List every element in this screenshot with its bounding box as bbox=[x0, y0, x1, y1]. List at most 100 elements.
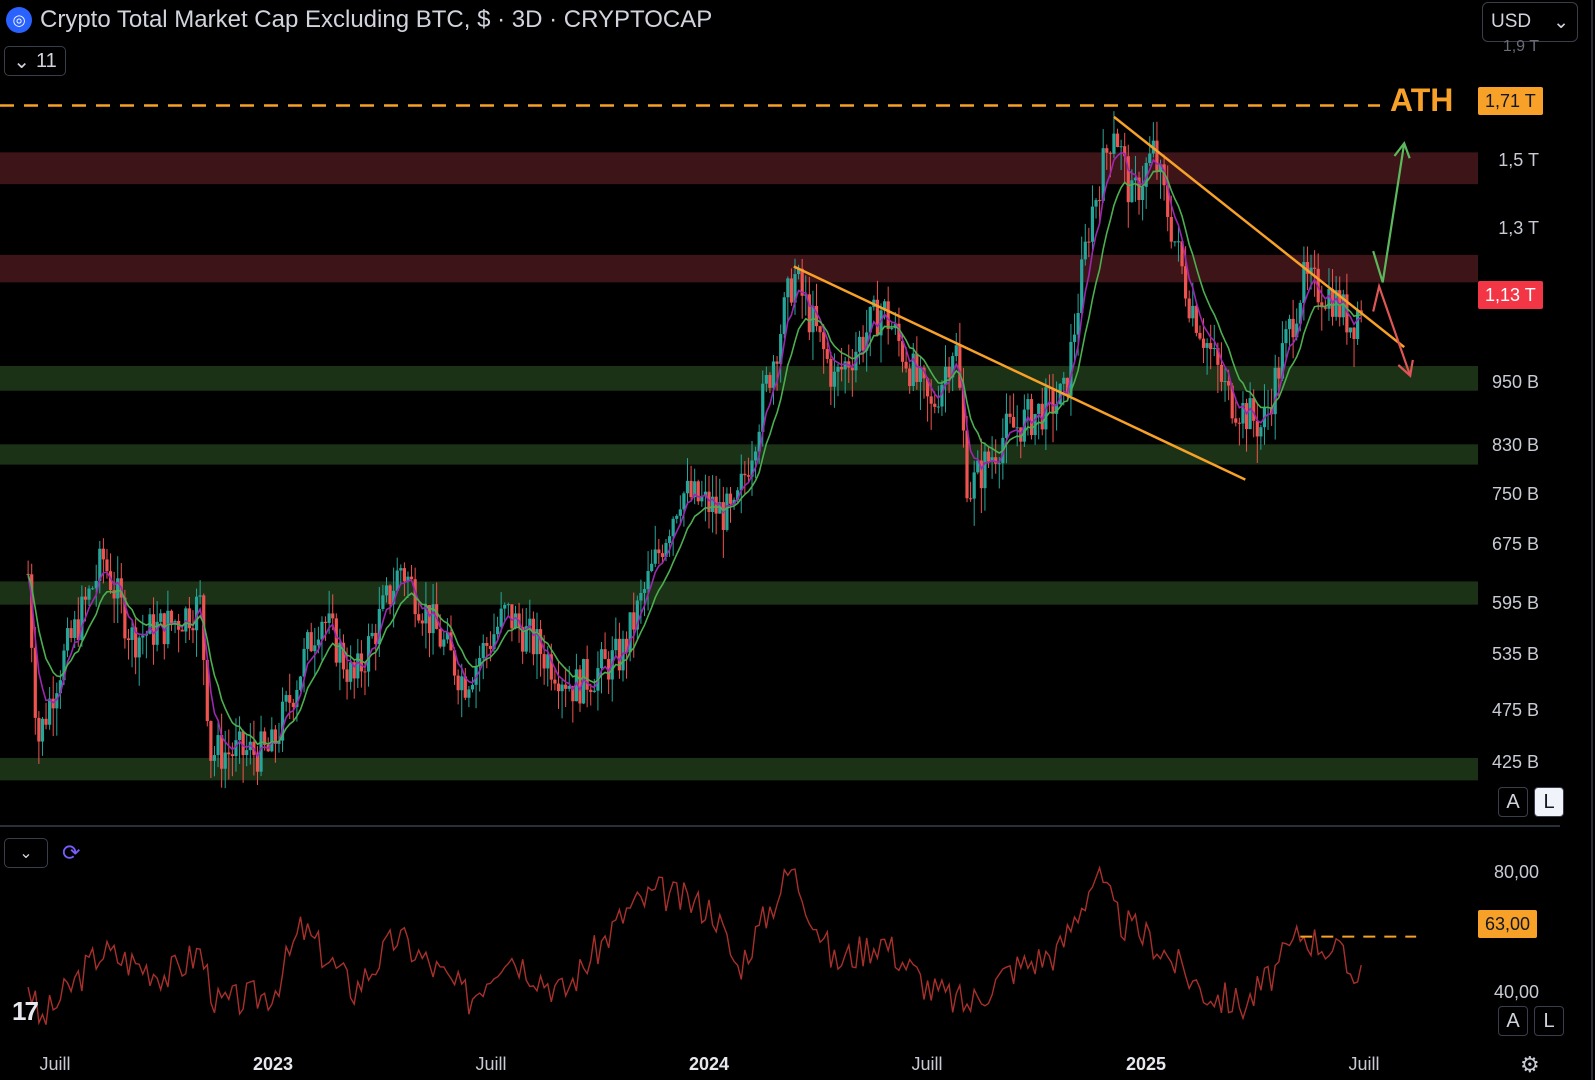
time-label: 2025 bbox=[1125, 1054, 1167, 1074]
candle-body bbox=[417, 614, 421, 621]
candle-body bbox=[825, 349, 829, 359]
candle-body bbox=[33, 647, 37, 718]
candle-body bbox=[488, 645, 493, 649]
gear-icon[interactable]: ⚙ bbox=[1520, 1052, 1540, 1078]
candle-body bbox=[839, 366, 844, 370]
candle-body bbox=[1062, 377, 1066, 384]
candle-body bbox=[323, 621, 328, 623]
candle-body bbox=[908, 368, 912, 386]
candle-body bbox=[1255, 420, 1259, 437]
candle-body bbox=[1323, 307, 1327, 309]
candle-body bbox=[399, 568, 403, 571]
candle-body bbox=[531, 618, 536, 655]
candle-body bbox=[725, 493, 729, 530]
candle-body bbox=[1198, 332, 1202, 339]
candle-body bbox=[1072, 334, 1077, 342]
candle-body bbox=[1173, 241, 1177, 243]
candle-body bbox=[141, 635, 145, 638]
candle-body bbox=[1176, 241, 1181, 243]
sync-icon[interactable]: ⟳ bbox=[62, 840, 80, 866]
ath-label: ATH bbox=[1390, 82, 1454, 118]
chevron-down-icon: ⌄ bbox=[13, 50, 30, 73]
chart-header: ◎ Crypto Total Market Cap Excluding BTC,… bbox=[6, 6, 712, 34]
candle-body bbox=[1234, 418, 1238, 423]
candle-body bbox=[1115, 133, 1120, 148]
candle-body bbox=[151, 614, 156, 645]
time-label: Juill bbox=[1348, 1054, 1380, 1074]
candle-body bbox=[485, 642, 489, 646]
candle-body bbox=[1087, 241, 1091, 243]
price-label: 830 B bbox=[1491, 435, 1539, 455]
candle-body bbox=[685, 480, 690, 494]
candle-body bbox=[1191, 305, 1195, 319]
candle-body bbox=[73, 619, 77, 638]
time-label: 2023 bbox=[252, 1054, 294, 1074]
resistance-zone bbox=[0, 152, 1478, 185]
candle-body bbox=[667, 536, 672, 543]
candle-body bbox=[313, 645, 317, 652]
time-label: Juill bbox=[39, 1054, 71, 1074]
auto-scale-button[interactable]: A bbox=[1498, 787, 1528, 817]
candle-body bbox=[187, 608, 191, 629]
osc-log-scale-button[interactable]: L bbox=[1534, 1006, 1564, 1036]
candle-body bbox=[1112, 133, 1116, 154]
candle-body bbox=[1008, 413, 1012, 417]
candle-body bbox=[1291, 318, 1295, 338]
candle-body bbox=[503, 604, 507, 609]
candle-body bbox=[270, 729, 274, 752]
price-label: 475 B bbox=[1491, 700, 1539, 720]
chart-canvas[interactable] bbox=[0, 0, 1595, 1080]
indicators-toggle-button[interactable]: ⌄ 11 bbox=[4, 46, 66, 76]
candle-body bbox=[994, 457, 998, 464]
candle-body bbox=[857, 336, 862, 352]
candle-body bbox=[886, 301, 890, 329]
candle-body bbox=[37, 717, 41, 742]
candle-body bbox=[137, 637, 141, 658]
time-label: Juill bbox=[911, 1054, 943, 1074]
candle-body bbox=[499, 608, 503, 627]
candle-body bbox=[1012, 416, 1016, 428]
candle-body bbox=[836, 366, 840, 372]
candle-body bbox=[696, 481, 700, 502]
candle-body bbox=[420, 620, 424, 624]
candle-body bbox=[169, 610, 174, 623]
candle-body bbox=[101, 548, 105, 560]
candle-body bbox=[753, 451, 758, 461]
candle-body bbox=[1051, 387, 1055, 414]
candle-body bbox=[764, 375, 768, 384]
candle-body bbox=[1004, 413, 1009, 438]
tradingview-logo-icon[interactable]: 17 bbox=[12, 996, 39, 1027]
candle-body bbox=[653, 549, 657, 564]
currency-select[interactable]: USD ⌄ bbox=[1482, 2, 1578, 42]
candle-body bbox=[556, 683, 561, 692]
chart-title[interactable]: Crypto Total Market Cap Excluding BTC, $… bbox=[40, 6, 712, 34]
pane-collapse-button[interactable]: ⌄ bbox=[4, 838, 48, 868]
candle-body bbox=[714, 496, 718, 514]
candle-body bbox=[983, 451, 987, 489]
candle-body bbox=[639, 592, 643, 601]
candle-body bbox=[585, 659, 589, 690]
candle-body bbox=[689, 480, 693, 498]
candle-body bbox=[237, 731, 242, 741]
price-label-partial: 1,9 T bbox=[1502, 38, 1539, 55]
candle-body bbox=[510, 604, 514, 629]
candle-body bbox=[198, 595, 202, 597]
price-label: 750 B bbox=[1491, 484, 1539, 504]
candle-body bbox=[972, 472, 976, 499]
candle-body bbox=[1187, 298, 1191, 319]
candle-body bbox=[782, 297, 786, 335]
price-label: 595 B bbox=[1491, 593, 1539, 613]
price-label: 1,5 T bbox=[1498, 150, 1539, 170]
candle-body bbox=[657, 549, 661, 554]
osc-auto-scale-button[interactable]: A bbox=[1498, 1006, 1528, 1036]
candle-body bbox=[513, 613, 518, 629]
candle-body bbox=[105, 559, 109, 572]
price-label: 1,3 T bbox=[1498, 218, 1539, 238]
candle-body bbox=[460, 676, 464, 691]
candle-body bbox=[320, 621, 324, 640]
candle-body bbox=[743, 473, 747, 476]
log-scale-button[interactable]: L bbox=[1534, 787, 1564, 817]
candle-body bbox=[1029, 399, 1034, 436]
candle-body bbox=[309, 632, 313, 652]
candle-body bbox=[1098, 200, 1102, 202]
